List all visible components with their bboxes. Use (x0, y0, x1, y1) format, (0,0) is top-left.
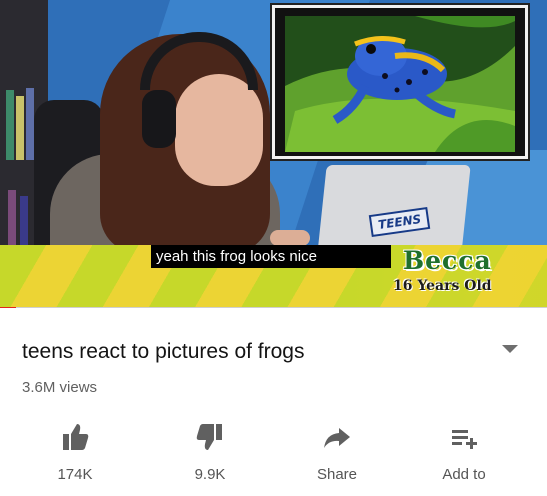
dislike-count: 9.9K (194, 466, 226, 483)
chevron-down-icon[interactable] (502, 345, 518, 353)
hand (270, 230, 310, 246)
video-player[interactable]: TEENS yeah this frog looks nice Becca 16… (0, 0, 547, 308)
laptop (317, 165, 471, 255)
headphone-earcup (142, 90, 176, 148)
frog-picture (285, 16, 515, 152)
reactor-age: 16 Years Old (393, 278, 492, 294)
frog-picture-inset (270, 3, 530, 161)
thumbs-down-icon (196, 424, 222, 450)
share-label: Share (316, 466, 358, 483)
thumbs-up-icon (63, 424, 89, 450)
add-to-button[interactable]: Add to (414, 418, 514, 490)
reactor-name: Becca (403, 246, 492, 275)
like-count: 174K (57, 466, 93, 483)
video-title: teens react to pictures of frogs (22, 340, 305, 363)
view-count: 3.6M views (22, 379, 98, 396)
video-progress-bar[interactable] (0, 307, 547, 308)
like-button[interactable]: 174K (25, 418, 125, 490)
share-button[interactable]: Share (287, 418, 387, 490)
video-subtitle: yeah this frog looks nice (151, 245, 391, 268)
face (175, 74, 263, 186)
presenter (40, 32, 310, 284)
add-to-playlist-icon (452, 430, 477, 449)
share-icon (324, 428, 350, 448)
progress-fill (0, 307, 17, 308)
dislike-button[interactable]: 9.9K (160, 418, 260, 490)
add-to-label: Add to (442, 466, 486, 483)
action-bar: 174K 9.9K Share Add to (0, 418, 547, 490)
